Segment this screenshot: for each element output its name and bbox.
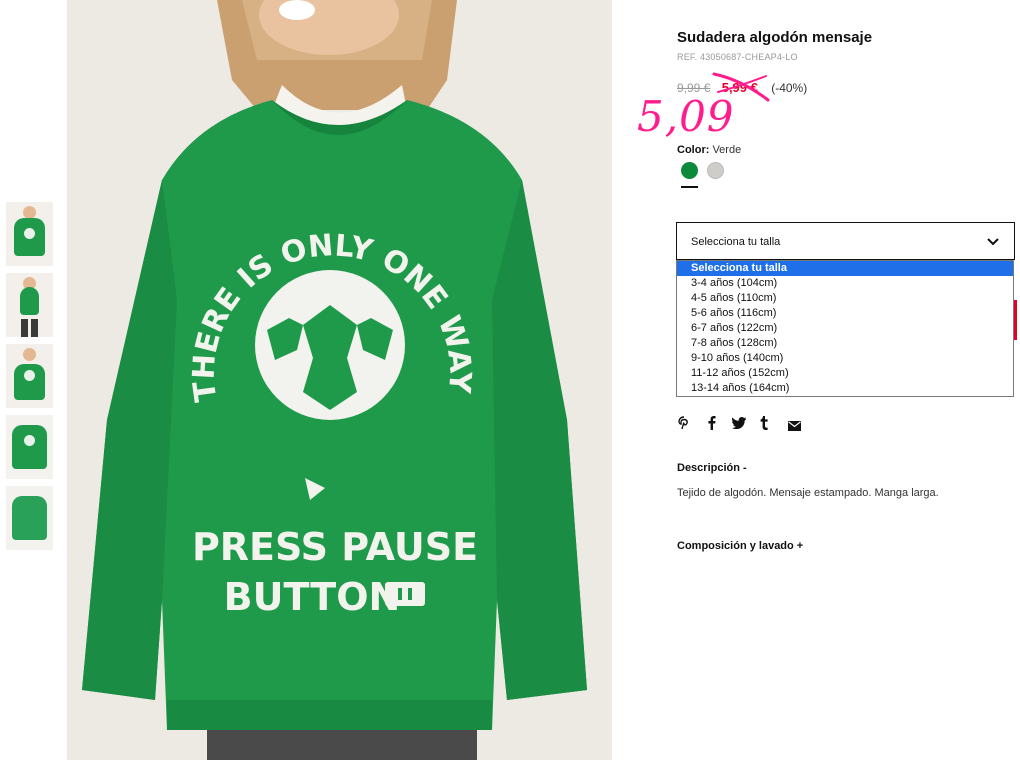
- description-text: Tejido de algodón. Mensaje estampado. Ma…: [677, 487, 939, 499]
- discount-badge: (-40%): [771, 81, 808, 95]
- color-swatch-grey[interactable]: [707, 162, 724, 179]
- print-line-2: BUTTON: [224, 575, 401, 619]
- tumblr-icon[interactable]: [760, 416, 768, 435]
- color-label-key: Color:: [677, 144, 710, 156]
- size-option[interactable]: 3-4 años (104cm): [677, 276, 1013, 291]
- thumbnail-3[interactable]: [6, 344, 53, 408]
- product-main-image: THERE IS ONLY ONE WAY TO STOP ME. PRESS …: [67, 0, 612, 760]
- thumbnail-1[interactable]: [6, 202, 53, 266]
- color-label: Color: Verde: [677, 144, 741, 156]
- thumbnail-4[interactable]: [6, 415, 53, 479]
- thumbnail-list: [6, 202, 53, 557]
- size-option[interactable]: 5-6 años (116cm): [677, 306, 1013, 321]
- selected-swatch-indicator: [681, 186, 698, 188]
- size-option[interactable]: 6-7 años (122cm): [677, 321, 1013, 336]
- thumbnail-2[interactable]: [6, 273, 53, 337]
- size-option[interactable]: Selecciona tu talla: [677, 261, 1013, 276]
- size-option[interactable]: 7-8 años (128cm): [677, 336, 1013, 351]
- size-select-label: Selecciona tu talla: [691, 236, 781, 248]
- product-reference: REF. 43050687-CHEAP4-LO: [677, 52, 798, 62]
- color-swatch-green[interactable]: [681, 162, 698, 179]
- email-icon[interactable]: [788, 418, 801, 436]
- composition-toggle[interactable]: Composición y lavado +: [677, 540, 803, 552]
- facebook-icon[interactable]: [708, 416, 716, 435]
- size-select[interactable]: Selecciona tu talla: [676, 222, 1015, 260]
- size-option[interactable]: 9-10 años (140cm): [677, 351, 1013, 366]
- size-option[interactable]: 13-14 años (164cm): [677, 381, 1013, 396]
- pinterest-icon[interactable]: [678, 416, 690, 435]
- description-toggle[interactable]: Descripción -: [677, 462, 747, 474]
- print-line-1: PRESS PAUSE: [192, 525, 478, 569]
- handwritten-price-annotation: 5,09: [637, 92, 735, 141]
- size-dropdown-list: Selecciona tu talla 3-4 años (104cm) 4-5 a…: [676, 260, 1014, 397]
- add-to-bag-button-edge[interactable]: [1014, 300, 1017, 340]
- product-title: Sudadera algodón mensaje: [677, 29, 873, 46]
- size-option[interactable]: 4-5 años (110cm): [677, 291, 1013, 306]
- color-value: Verde: [712, 144, 742, 156]
- twitter-icon[interactable]: [732, 416, 747, 434]
- thumbnail-5[interactable]: [6, 486, 53, 550]
- chevron-down-icon: [987, 238, 999, 246]
- size-option[interactable]: 11-12 años (152cm): [677, 366, 1013, 381]
